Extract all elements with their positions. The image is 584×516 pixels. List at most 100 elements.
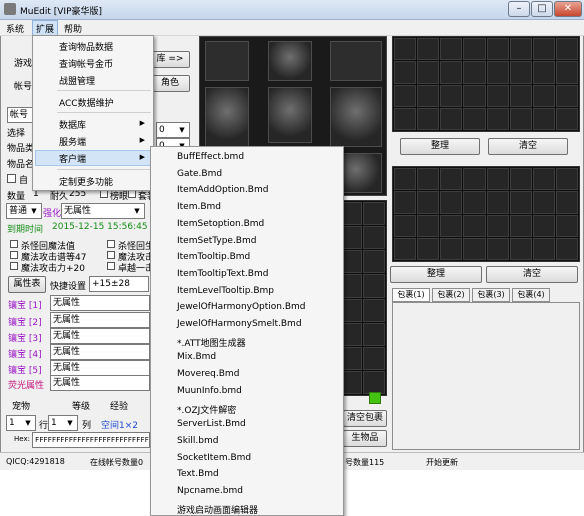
menu-item-guild[interactable]: 战盟管理 <box>59 74 95 87</box>
equip-slot-weapon[interactable] <box>205 87 249 147</box>
grid-cell[interactable] <box>417 38 440 61</box>
client-menu-item[interactable]: ItemLevelTooltip.Bmp <box>177 286 274 296</box>
sort-button-2[interactable]: 整理 <box>390 266 482 283</box>
row-select[interactable]: 1 ▼ <box>6 415 36 431</box>
clear-button-2[interactable]: 清空 <box>486 266 578 283</box>
grid-cell[interactable] <box>555 84 578 107</box>
gem-select-1[interactable]: 无属性 <box>50 295 150 311</box>
grid-cell[interactable] <box>440 168 463 191</box>
grid-cell[interactable] <box>394 191 417 214</box>
client-menu-item[interactable]: Skill.bmd <box>177 436 218 446</box>
grid-cell[interactable] <box>509 84 532 107</box>
client-menu-item[interactable]: Npcname.bmd <box>177 486 243 496</box>
grid-cell[interactable] <box>362 250 385 274</box>
menu-item-server[interactable]: 服务端 <box>59 135 86 148</box>
grid-cell[interactable] <box>463 214 486 237</box>
grid-cell[interactable] <box>486 191 509 214</box>
set-checkbox[interactable] <box>128 190 136 198</box>
menu-help[interactable]: 帮助 <box>64 22 82 35</box>
grid-cell[interactable] <box>362 274 385 298</box>
grid-cell[interactable] <box>394 168 417 191</box>
client-menu-item[interactable]: Mix.Bmd <box>177 352 216 362</box>
grid-cell[interactable] <box>532 168 555 191</box>
client-menu-item[interactable]: Movereq.Bmd <box>177 369 239 379</box>
client-menu-item[interactable]: ItemTooltip.Bmd <box>177 252 250 262</box>
menu-system[interactable]: 系统 <box>6 22 24 35</box>
equip-slot-pet[interactable] <box>205 41 249 81</box>
grid-cell[interactable] <box>509 61 532 84</box>
grid-cell[interactable] <box>555 191 578 214</box>
minimize-button[interactable]: – <box>508 1 530 17</box>
client-menu-item[interactable]: MuunInfo.bmd <box>177 386 242 396</box>
tab-bag-3[interactable]: 包裹(3) <box>472 288 510 302</box>
grid-cell[interactable] <box>509 214 532 237</box>
close-button[interactable]: ✕ <box>554 1 582 17</box>
quickset-select[interactable]: +15±28 <box>89 276 149 292</box>
option-checkbox-4[interactable] <box>107 240 115 248</box>
grid-cell[interactable] <box>486 214 509 237</box>
tab-bag-1[interactable]: 包裹(1) <box>392 288 430 302</box>
grid-cell[interactable] <box>486 237 509 260</box>
option-checkbox-5[interactable] <box>107 251 115 259</box>
grid-cell[interactable] <box>463 168 486 191</box>
grid-cell[interactable] <box>486 168 509 191</box>
tab-bag-4[interactable]: 包裹(4) <box>512 288 550 302</box>
menu-item-query-gold[interactable]: 查询帐号金币 <box>59 57 113 70</box>
grid-cell[interactable] <box>417 84 440 107</box>
grid-cell[interactable] <box>394 107 417 130</box>
grid-cell[interactable] <box>532 107 555 130</box>
grid-cell[interactable] <box>463 237 486 260</box>
client-menu-item[interactable]: *.OZJ文件解密 <box>177 403 236 416</box>
grid-cell[interactable] <box>463 61 486 84</box>
grid-cell[interactable] <box>417 214 440 237</box>
client-menu-item[interactable]: Gate.Bmd <box>177 169 222 179</box>
gem-select-4[interactable]: 无属性 <box>50 344 150 360</box>
grid-cell[interactable] <box>486 38 509 61</box>
option-checkbox-3[interactable] <box>10 262 18 270</box>
auto-checkbox[interactable] <box>7 174 16 183</box>
grid-cell[interactable] <box>394 84 417 107</box>
client-menu-item[interactable]: ItemTooltipText.Bmd <box>177 269 268 279</box>
grid-cell[interactable] <box>362 346 385 370</box>
library-button[interactable]: 库 => <box>150 51 190 68</box>
generate-item-button[interactable]: 生物品 <box>343 430 387 447</box>
clear-bag-button[interactable]: 清空包裹 <box>343 410 387 427</box>
grid-cell[interactable] <box>509 237 532 260</box>
equip-slot-wings[interactable] <box>330 41 382 81</box>
grid-cell[interactable] <box>394 214 417 237</box>
option-checkbox-1[interactable] <box>10 240 18 248</box>
grid-cell[interactable] <box>394 237 417 260</box>
grid-cell[interactable] <box>509 168 532 191</box>
gem-select-5[interactable]: 无属性 <box>50 360 150 376</box>
grid-cell[interactable] <box>440 84 463 107</box>
warehouse-grid-2[interactable] <box>392 166 580 262</box>
equip-slot-helm[interactable] <box>268 41 312 81</box>
strengthen-select[interactable]: 无属性 ▼ <box>61 203 145 219</box>
grid-cell[interactable] <box>440 107 463 130</box>
grid-cell[interactable] <box>362 322 385 346</box>
menu-item-query-item[interactable]: 查询物品数据 <box>59 40 113 53</box>
grid-cell[interactable] <box>555 168 578 191</box>
client-menu-item[interactable]: JewelOfHarmonyOption.Bmd <box>177 302 306 312</box>
client-menu-item[interactable]: Text.Bmd <box>177 469 219 479</box>
maximize-button[interactable]: □ <box>531 1 553 17</box>
grid-cell[interactable] <box>532 84 555 107</box>
grid-cell[interactable] <box>555 237 578 260</box>
column-select[interactable]: 1 ▼ <box>48 415 78 431</box>
grid-cell[interactable] <box>417 61 440 84</box>
client-menu-item[interactable]: SocketItem.Bmd <box>177 453 251 463</box>
grid-cell[interactable] <box>509 107 532 130</box>
grid-cell[interactable] <box>417 191 440 214</box>
grid-cell[interactable] <box>440 191 463 214</box>
grid-cell[interactable] <box>509 38 532 61</box>
client-menu-item[interactable]: BuffEffect.bmd <box>177 152 244 162</box>
grid-cell[interactable] <box>509 191 532 214</box>
grid-cell[interactable] <box>532 38 555 61</box>
grid-cell[interactable] <box>532 191 555 214</box>
gem-select-3[interactable]: 无属性 <box>50 328 150 344</box>
grid-cell[interactable] <box>417 107 440 130</box>
grid-cell[interactable] <box>440 214 463 237</box>
normal-select[interactable]: 普通 ▼ <box>6 203 42 219</box>
grid-cell[interactable] <box>486 84 509 107</box>
grid-cell[interactable] <box>463 38 486 61</box>
